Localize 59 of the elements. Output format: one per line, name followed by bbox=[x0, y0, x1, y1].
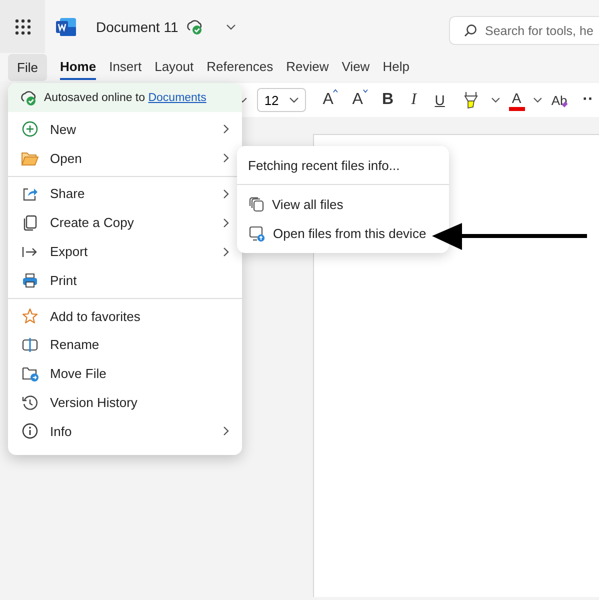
chevron-down-icon bbox=[490, 97, 500, 103]
menu-item[interactable]: Move File bbox=[8, 359, 242, 388]
ribbon-tab[interactable]: Home bbox=[60, 54, 96, 80]
rename-icon bbox=[22, 336, 38, 353]
menu-item[interactable]: Open bbox=[8, 144, 242, 173]
menu-item[interactable]: Info bbox=[8, 416, 242, 446]
device-open-icon bbox=[249, 226, 265, 242]
chevron-down-icon bbox=[226, 24, 236, 30]
plus-circle-icon bbox=[22, 121, 38, 138]
export-icon bbox=[22, 244, 38, 259]
bold-button[interactable]: B bbox=[376, 86, 399, 114]
chevron-down-icon bbox=[288, 97, 299, 103]
star-icon bbox=[22, 308, 38, 324]
history-icon bbox=[22, 394, 38, 411]
autosave-status: Autosaved online to Documents bbox=[44, 92, 206, 104]
files-icon bbox=[249, 197, 264, 212]
cloud-saved-icon bbox=[20, 90, 38, 106]
caret-down-icon bbox=[362, 89, 368, 93]
move-folder-icon bbox=[22, 366, 38, 382]
chevron-right-icon bbox=[223, 188, 229, 199]
shrink-font-button[interactable]: A bbox=[347, 86, 373, 114]
chevron-right-icon bbox=[223, 426, 229, 436]
ribbon-tab[interactable]: Review bbox=[286, 54, 329, 80]
ribbon-tab[interactable]: Insert bbox=[109, 54, 142, 80]
ribbon-tab[interactable]: Layout bbox=[154, 54, 194, 80]
chevron-right-icon bbox=[223, 153, 229, 164]
printer-icon bbox=[22, 272, 38, 288]
menu-item[interactable]: New bbox=[8, 115, 242, 144]
ribbon-tab[interactable]: Help bbox=[382, 54, 410, 80]
folder-icon bbox=[21, 150, 39, 166]
file-tab[interactable]: File bbox=[8, 54, 47, 80]
caret-up-icon bbox=[333, 89, 338, 93]
info-icon bbox=[22, 423, 38, 440]
menu-item[interactable]: Add to favorites bbox=[8, 302, 242, 331]
grow-font-button[interactable]: A bbox=[318, 86, 344, 114]
chevron-right-icon bbox=[223, 246, 229, 257]
search-field[interactable]: Search for tools, he bbox=[449, 16, 599, 45]
menu-item[interactable]: Print bbox=[8, 266, 242, 295]
word-logo-icon bbox=[56, 18, 76, 36]
font-size-field[interactable]: 12 bbox=[257, 88, 306, 112]
loading-status: Fetching recent files info... bbox=[247, 157, 401, 175]
menu-item[interactable]: Rename bbox=[8, 330, 242, 360]
app-launcher-icon[interactable] bbox=[14, 18, 30, 34]
copy-icon bbox=[23, 214, 37, 231]
document-title[interactable]: Document 11 bbox=[96, 18, 178, 34]
ribbon-tab[interactable]: View bbox=[342, 54, 370, 80]
menu-item[interactable]: Version History bbox=[8, 388, 242, 417]
underline-button[interactable]: U bbox=[428, 86, 451, 114]
chevron-right-icon bbox=[223, 124, 229, 134]
chevron-right-icon bbox=[223, 218, 229, 228]
more-button[interactable]: ·· bbox=[577, 86, 599, 114]
cloud-saved-icon bbox=[186, 18, 204, 34]
share-icon bbox=[22, 186, 38, 202]
font-color-button[interactable]: A bbox=[504, 86, 530, 114]
chevron-down-icon bbox=[533, 97, 542, 103]
ribbon-tab[interactable]: References bbox=[206, 54, 274, 80]
documents-link[interactable]: Documents bbox=[148, 92, 206, 104]
search-icon bbox=[464, 24, 477, 37]
italic-button[interactable]: I bbox=[402, 86, 425, 114]
